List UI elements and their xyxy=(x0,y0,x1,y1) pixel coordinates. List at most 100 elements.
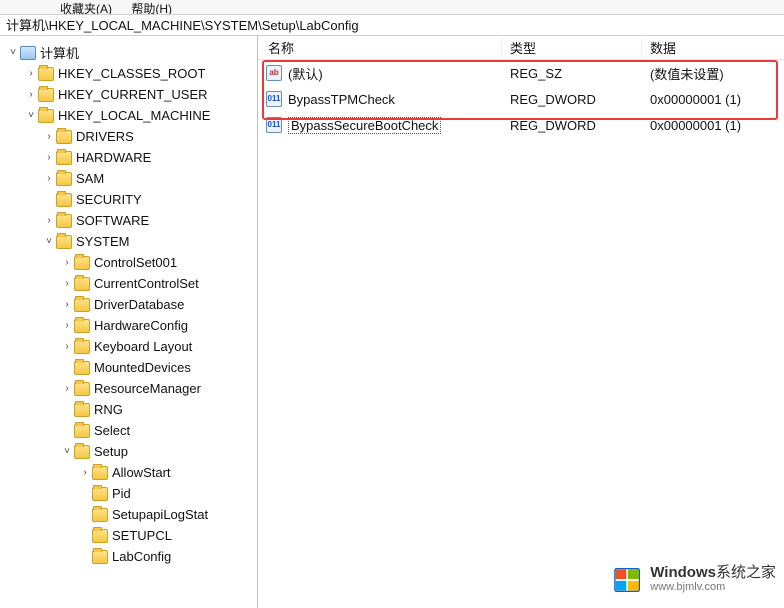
tree-label: Pid xyxy=(112,486,131,501)
tree-item-hardware[interactable]: › HARDWARE xyxy=(0,147,257,168)
folder-icon xyxy=(56,235,72,249)
tree-item-rng[interactable]: RNG xyxy=(0,399,257,420)
folder-icon xyxy=(92,487,108,501)
chevron-right-icon[interactable]: › xyxy=(78,467,92,478)
tree-item-resourcemanager[interactable]: › ResourceManager xyxy=(0,378,257,399)
chevron-right-icon[interactable]: › xyxy=(42,173,56,184)
folder-icon xyxy=(74,445,90,459)
tree-item-allowstart[interactable]: › AllowStart xyxy=(0,462,257,483)
tree-item-keyboard-layout[interactable]: › Keyboard Layout xyxy=(0,336,257,357)
tree-label: SECURITY xyxy=(76,192,142,207)
tree-label: DriverDatabase xyxy=(94,297,184,312)
tree-item-setup[interactable]: ˅ Setup xyxy=(0,441,257,462)
chevron-right-icon[interactable]: › xyxy=(60,257,74,268)
chevron-right-icon[interactable]: › xyxy=(60,299,74,310)
tree-item-hkey-local-machine[interactable]: ˅ HKEY_LOCAL_MACHINE xyxy=(0,105,257,126)
chevron-down-icon[interactable]: ˅ xyxy=(60,446,74,457)
folder-icon xyxy=(38,109,54,123)
value-type: REG_DWORD xyxy=(502,118,642,133)
menubar[interactable]: 收藏夹(A) 帮助(H) xyxy=(0,0,784,14)
tree-item-hkey-classes-root[interactable]: ›HKEY_CLASSES_ROOT xyxy=(0,63,257,84)
tree-label: Keyboard Layout xyxy=(94,339,192,354)
menu-favorites[interactable]: 收藏夹(A) xyxy=(60,2,112,14)
tree-label: HKEY_LOCAL_MACHINE xyxy=(58,108,210,123)
folder-icon xyxy=(92,508,108,522)
folder-icon xyxy=(74,319,90,333)
chevron-right-icon[interactable]: › xyxy=(42,131,56,142)
tree-label: SETUPCL xyxy=(112,528,172,543)
chevron-down-icon[interactable]: ˅ xyxy=(42,236,56,247)
tree-label: HardwareConfig xyxy=(94,318,188,333)
menu-help[interactable]: 帮助(H) xyxy=(131,2,172,14)
tree-item-currentcontrolset[interactable]: ›CurrentControlSet xyxy=(0,273,257,294)
value-type: REG_SZ xyxy=(502,66,642,81)
tree-label: ResourceManager xyxy=(94,381,201,396)
chevron-right-icon[interactable]: › xyxy=(60,341,74,352)
tree-item-setupapilogstat[interactable]: SetupapiLogStat xyxy=(0,504,257,525)
list-header[interactable]: 名称 类型 数据 xyxy=(258,36,784,60)
tree-item-labconfig[interactable]: LabConfig xyxy=(0,546,257,567)
tree-item-mounteddevices[interactable]: MountedDevices xyxy=(0,357,257,378)
tree-item-drivers[interactable]: › DRIVERS xyxy=(0,126,257,147)
value-name: (默认) xyxy=(288,64,502,83)
folder-icon xyxy=(74,298,90,312)
chevron-right-icon[interactable]: › xyxy=(24,68,38,79)
col-header-data[interactable]: 数据 xyxy=(642,38,784,57)
tree-item-sam[interactable]: › SAM xyxy=(0,168,257,189)
expander-icon[interactable]: ˅ xyxy=(6,47,20,58)
chevron-right-icon[interactable]: › xyxy=(60,383,74,394)
folder-icon xyxy=(92,550,108,564)
tree-label: AllowStart xyxy=(112,465,171,480)
registry-tree[interactable]: ˅ 计算机 ›HKEY_CLASSES_ROOT›HKEY_CURRENT_US… xyxy=(0,36,258,608)
value-type: REG_DWORD xyxy=(502,92,642,107)
tree-item-setupcl[interactable]: SETUPCL xyxy=(0,525,257,546)
value-name: BypassTPMCheck xyxy=(288,92,502,107)
chevron-right-icon[interactable]: › xyxy=(42,152,56,163)
value-name: BypassSecureBootCheck xyxy=(288,118,502,133)
chevron-right-icon[interactable]: › xyxy=(60,278,74,289)
values-list[interactable]: 名称 类型 数据 ab(默认)REG_SZ(数值未设置)011BypassTPM… xyxy=(258,36,784,608)
address-bar[interactable]: 计算机\HKEY_LOCAL_MACHINE\SYSTEM\Setup\LabC… xyxy=(0,14,784,36)
col-header-name[interactable]: 名称 xyxy=(258,38,502,57)
tree-label: DRIVERS xyxy=(76,129,134,144)
watermark: Windows系统之家 www.bjmlv.com xyxy=(606,562,784,598)
folder-icon xyxy=(56,172,72,186)
tree-item-system[interactable]: ˅ SYSTEM xyxy=(0,231,257,252)
folder-icon xyxy=(56,151,72,165)
reg-binary-icon: 011 xyxy=(266,117,282,133)
value-data: 0x00000001 (1) xyxy=(642,118,784,133)
reg-string-icon: ab xyxy=(266,65,282,81)
list-row[interactable]: ab(默认)REG_SZ(数值未设置) xyxy=(258,60,784,86)
chevron-right-icon[interactable]: › xyxy=(42,215,56,226)
tree-label: SAM xyxy=(76,171,104,186)
tree-root-computer[interactable]: ˅ 计算机 xyxy=(0,42,257,63)
tree-label: HARDWARE xyxy=(76,150,151,165)
folder-icon xyxy=(74,340,90,354)
folder-icon xyxy=(38,67,54,81)
chevron-right-icon[interactable]: › xyxy=(24,89,38,100)
tree-item-software[interactable]: › SOFTWARE xyxy=(0,210,257,231)
watermark-text: Windows系统之家 www.bjmlv.com xyxy=(650,566,776,594)
list-row[interactable]: 011 BypassSecureBootCheckREG_DWORD0x00000… xyxy=(258,112,784,138)
tree-label: SOFTWARE xyxy=(76,213,149,228)
reg-binary-icon: 011 xyxy=(266,91,282,107)
tree-label: RNG xyxy=(94,402,123,417)
folder-icon xyxy=(74,277,90,291)
tree-item-security[interactable]: SECURITY xyxy=(0,189,257,210)
tree-label: SYSTEM xyxy=(76,234,129,249)
tree-item-hardwareconfig[interactable]: › HardwareConfig xyxy=(0,315,257,336)
tree-label: Setup xyxy=(94,444,128,459)
tree-item-select[interactable]: Select xyxy=(0,420,257,441)
tree-item-controlset001[interactable]: ›ControlSet001 xyxy=(0,252,257,273)
chevron-right-icon[interactable]: › xyxy=(60,320,74,331)
folder-icon xyxy=(56,193,72,207)
col-header-type[interactable]: 类型 xyxy=(502,38,642,57)
list-row[interactable]: 011BypassTPMCheckREG_DWORD0x00000001 (1) xyxy=(258,86,784,112)
folder-icon xyxy=(74,424,90,438)
tree-item-pid[interactable]: Pid xyxy=(0,483,257,504)
tree-item-hkey-current-user[interactable]: ›HKEY_CURRENT_USER xyxy=(0,84,257,105)
folder-icon xyxy=(74,382,90,396)
tree-item-driverdatabase[interactable]: › DriverDatabase xyxy=(0,294,257,315)
chevron-down-icon[interactable]: ˅ xyxy=(24,110,38,121)
folder-icon xyxy=(74,256,90,270)
